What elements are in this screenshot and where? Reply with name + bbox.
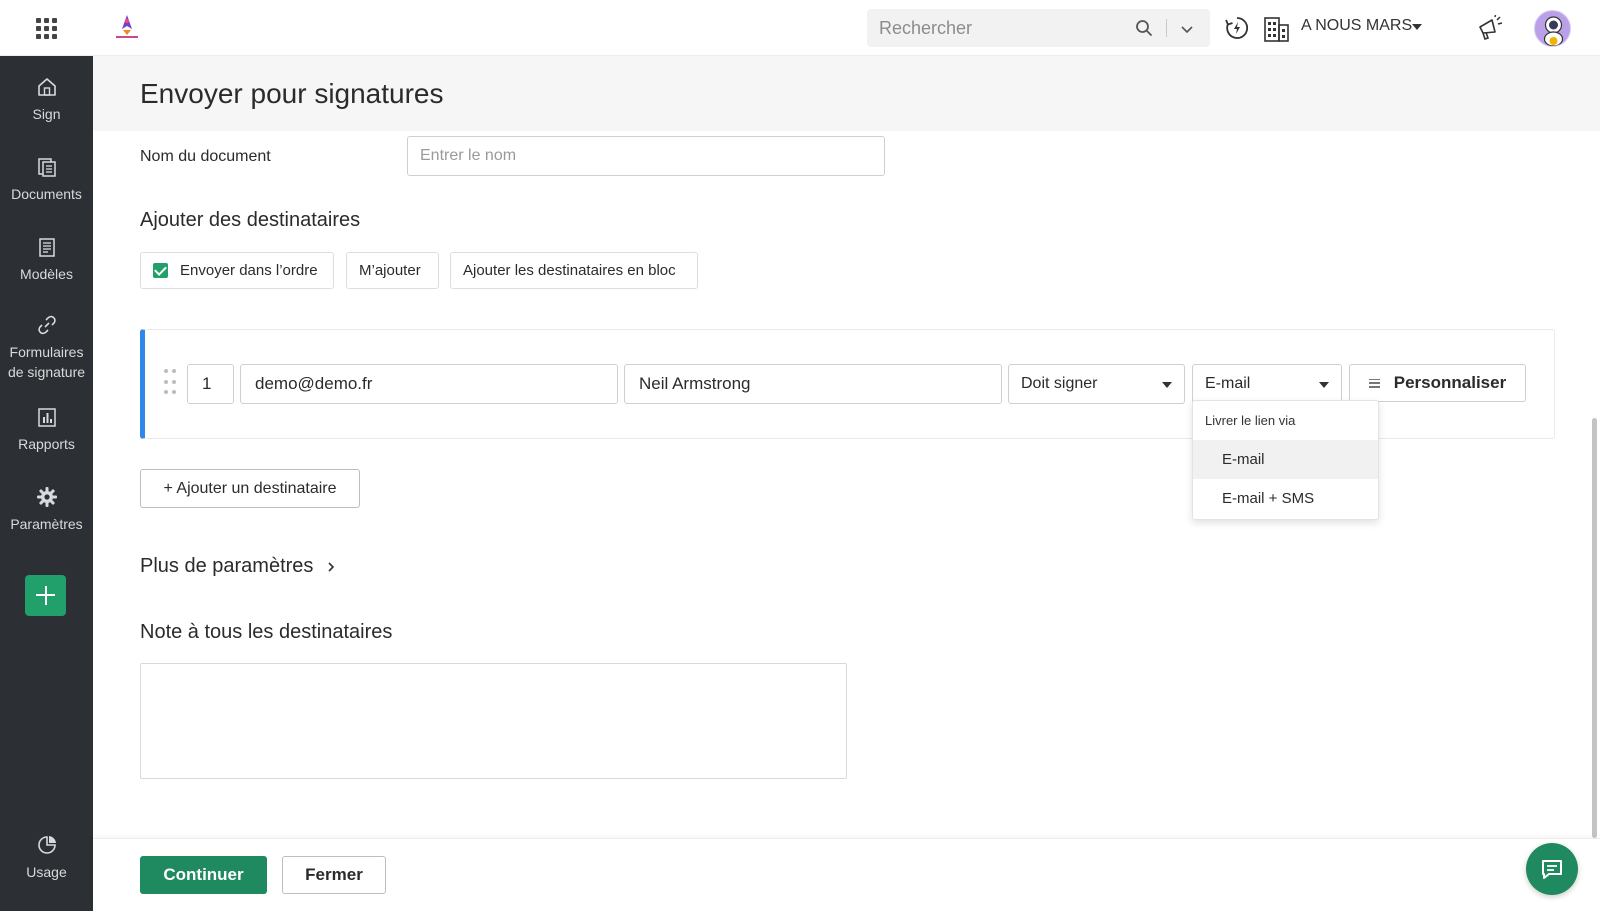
page-header: Envoyer pour signatures: [93, 56, 1600, 131]
recipients-section-title: Ajouter des destinataires: [140, 209, 361, 231]
recipient-name-field[interactable]: Neil Armstrong: [624, 364, 1002, 404]
templates-icon: [38, 238, 55, 257]
astronaut-avatar-icon: [1543, 16, 1564, 46]
sidebar-item-label: Modèles: [20, 266, 73, 282]
top-bar: A NOUS MARS: [0, 0, 1600, 56]
sidebar-item-usage[interactable]: Usage: [0, 834, 93, 882]
search-separator: [1166, 19, 1167, 37]
add-me-label: M’ajouter: [359, 262, 421, 279]
recipient-order-value: 1: [202, 374, 212, 393]
more-settings-toggle[interactable]: Plus de paramètres: [140, 555, 337, 578]
note-section-title: Note à tous les destinataires: [140, 621, 393, 643]
sidebar-item-label: Paramètres: [10, 516, 83, 532]
org-caret-down-icon[interactable]: [1412, 24, 1422, 30]
documents-icon: [37, 158, 56, 177]
recipient-email-value: demo@demo.fr: [255, 374, 373, 393]
usage-icon: [37, 836, 56, 854]
recipient-role-value: Doit signer: [1021, 375, 1098, 392]
document-name-input[interactable]: [407, 136, 885, 176]
delivery-dropdown-menu: Livrer le lien via E-mail E-mail + SMS: [1192, 400, 1379, 520]
bulk-add-recipients-button[interactable]: Ajouter les destinataires en bloc: [450, 252, 698, 289]
caret-down-icon: [1319, 382, 1329, 388]
dropdown-option-label: E-mail: [1222, 451, 1265, 468]
sidebar-item-templates[interactable]: Modèles: [0, 236, 93, 284]
search-input[interactable]: [879, 9, 1129, 47]
dropdown-option-label: E-mail + SMS: [1222, 490, 1315, 507]
sidebar-item-label: Sign: [32, 106, 61, 122]
sidebar-item-label: Usage: [26, 864, 67, 880]
link-icon: [37, 315, 56, 335]
create-new-button[interactable]: [25, 575, 66, 616]
send-in-order-toggle[interactable]: Envoyer dans l’ordre: [140, 252, 334, 289]
drag-handle-icon[interactable]: [164, 369, 176, 397]
scrollbar-thumb[interactable]: [1592, 418, 1597, 838]
organization-icon[interactable]: [1262, 13, 1290, 43]
document-name-label: Nom du document: [140, 148, 271, 165]
sidebar-item-documents[interactable]: Documents: [0, 156, 93, 204]
megaphone-icon[interactable]: [1476, 14, 1504, 42]
close-button[interactable]: Fermer: [282, 856, 386, 894]
reports-icon: [37, 408, 56, 427]
home-icon: [37, 78, 56, 96]
chevron-down-icon[interactable]: [1179, 21, 1195, 37]
bulk-add-label: Ajouter les destinataires en bloc: [463, 262, 676, 279]
recipient-delivery-select[interactable]: E-mail: [1192, 364, 1342, 404]
sidebar: Sign Documents Modèles Formulaires de si…: [0, 56, 93, 911]
menu-lines-icon: [1368, 378, 1380, 388]
recipient-delivery-value: E-mail: [1205, 375, 1251, 392]
continue-button[interactable]: Continuer: [140, 856, 267, 894]
sidebar-item-label: Documents: [11, 186, 82, 202]
add-recipient-label: + Ajouter un destinataire: [163, 479, 337, 497]
more-settings-label: Plus de paramètres: [140, 555, 314, 577]
sidebar-item-settings[interactable]: Paramètres: [0, 486, 93, 534]
sidebar-item-label: Formulaires de signature: [7, 344, 86, 380]
apps-grid-icon[interactable]: [36, 18, 57, 39]
sidebar-item-sign[interactable]: Sign: [0, 76, 93, 124]
recipient-name-value: Neil Armstrong: [639, 374, 751, 393]
bolt-history-icon[interactable]: [1224, 15, 1250, 41]
send-in-order-label: Envoyer dans l’ordre: [180, 262, 318, 279]
caret-down-icon: [1162, 382, 1172, 388]
chat-button[interactable]: [1526, 843, 1578, 895]
search-box[interactable]: [867, 9, 1210, 47]
dropdown-option-email[interactable]: E-mail: [1193, 440, 1378, 479]
send-in-order-checkbox[interactable]: [153, 263, 168, 278]
chat-icon: [1542, 860, 1562, 879]
sidebar-item-reports[interactable]: Rapports: [0, 406, 93, 454]
search-icon[interactable]: [1135, 19, 1153, 37]
add-me-button[interactable]: M’ajouter: [346, 252, 439, 289]
sidebar-item-label: Rapports: [18, 436, 75, 452]
note-textarea[interactable]: [140, 663, 847, 779]
sidebar-item-signature-forms[interactable]: Formulaires de signature: [0, 314, 93, 382]
chevron-right-icon: [328, 561, 335, 572]
page-title: Envoyer pour signatures: [140, 78, 444, 109]
organization-name[interactable]: A NOUS MARS: [1301, 17, 1412, 35]
add-recipient-button[interactable]: + Ajouter un destinataire: [140, 469, 360, 508]
customize-label: Personnaliser: [1393, 373, 1507, 392]
dropdown-header: Livrer le lien via: [1205, 413, 1296, 428]
customize-button[interactable]: Personnaliser: [1349, 364, 1526, 402]
recipient-email-field[interactable]: demo@demo.fr: [240, 364, 618, 404]
brand-logo[interactable]: [114, 13, 140, 41]
dropdown-option-email-sms[interactable]: E-mail + SMS: [1193, 479, 1378, 518]
gear-icon: [36, 487, 57, 507]
recipient-order-field[interactable]: 1: [187, 364, 234, 404]
user-avatar[interactable]: [1534, 10, 1571, 47]
recipient-role-select[interactable]: Doit signer: [1008, 364, 1185, 404]
